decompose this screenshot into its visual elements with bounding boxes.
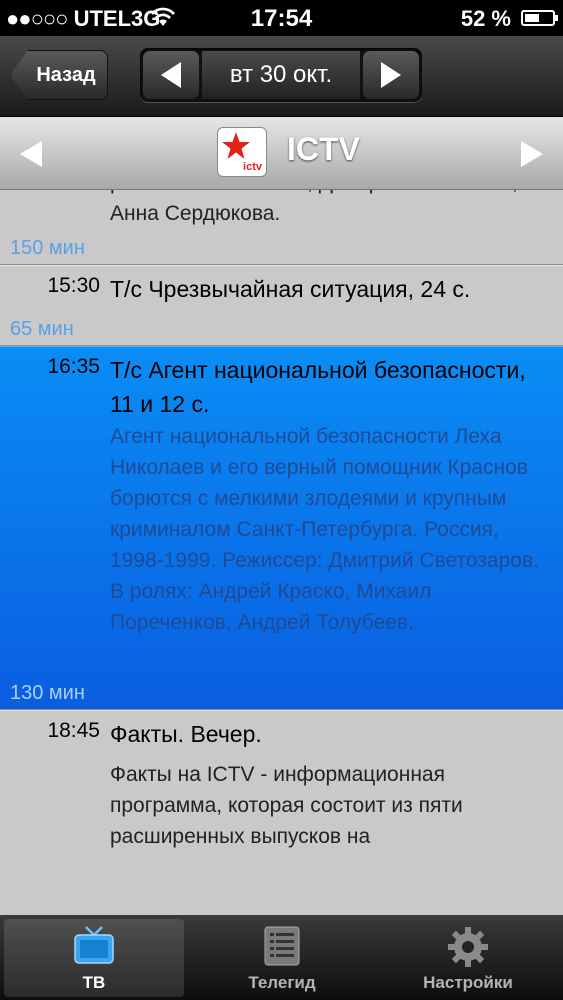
gear-icon	[448, 927, 488, 967]
program-row[interactable]: 15:30 Т/с Чрезвычайная ситуация, 24 с. 6…	[0, 265, 563, 346]
program-description: Агент национальной безопасности Леха Ник…	[110, 425, 539, 634]
program-time: 18:45	[47, 719, 100, 742]
tab-tv[interactable]: ТВ	[4, 919, 184, 997]
program-duration: 150 мин	[10, 237, 85, 259]
program-time: 16:35	[47, 355, 100, 378]
program-duration: 130 мин	[10, 682, 85, 704]
program-title: Т/с Чрезвычайная ситуация, 24 с.	[110, 276, 471, 302]
tab-bar: ТВ Телегид Настройки	[0, 915, 563, 1000]
next-day-button[interactable]	[363, 51, 419, 99]
previous-channel-button[interactable]	[18, 139, 44, 169]
list-icon	[264, 926, 300, 966]
channel-logo: ictv	[217, 127, 267, 177]
navigation-bar: Назад вт 30 окт.	[0, 36, 563, 117]
date-selector: вт 30 окт.	[140, 48, 422, 102]
star-icon	[222, 132, 250, 159]
arrow-left-icon	[161, 62, 181, 88]
channel-logo-text: ictv	[243, 161, 262, 173]
program-duration: 65 мин	[10, 318, 74, 340]
previous-day-button[interactable]	[143, 51, 199, 99]
back-button[interactable]: Назад	[10, 50, 108, 100]
program-list[interactable]: ролях: Павел Ильин, Дмитрий Белоногов, А…	[0, 190, 563, 915]
tab-settings[interactable]: Настройки	[378, 919, 558, 997]
program-description: Факты на ICTV - информационная программа…	[110, 763, 463, 848]
program-description: ролях: Павел Ильин, Дмитрий Белоногов, А…	[110, 190, 518, 225]
program-time: 15:30	[47, 274, 100, 297]
battery-icon	[521, 10, 558, 26]
channel-name: ICTV	[287, 131, 360, 167]
program-row[interactable]: ролях: Павел Ильин, Дмитрий Белоногов, А…	[0, 190, 563, 265]
program-row-selected[interactable]: 16:35 Т/с Агент национальной безопасност…	[0, 346, 563, 710]
date-label: вт 30 окт.	[202, 51, 360, 99]
tab-tv-label: ТВ	[82, 973, 106, 992]
program-title: Т/с Агент национальной безопасности, 11 …	[110, 357, 526, 417]
tab-guide-label: Телегид	[248, 973, 316, 992]
program-row[interactable]: 18:45 Факты. Вечер. Факты на ICTV - инфо…	[0, 710, 563, 915]
status-bar: ●●○○○ UTEL3G 17:54 52 %	[0, 0, 563, 36]
tv-icon	[74, 926, 114, 964]
battery-percent: 52 %	[460, 6, 511, 31]
arrow-right-icon	[381, 62, 401, 88]
tab-settings-label: Настройки	[423, 973, 513, 992]
tab-guide[interactable]: Телегид	[192, 919, 372, 997]
next-channel-button[interactable]	[519, 139, 545, 169]
channel-bar: ictv ICTV	[0, 117, 563, 190]
program-title: Факты. Вечер.	[110, 721, 262, 747]
